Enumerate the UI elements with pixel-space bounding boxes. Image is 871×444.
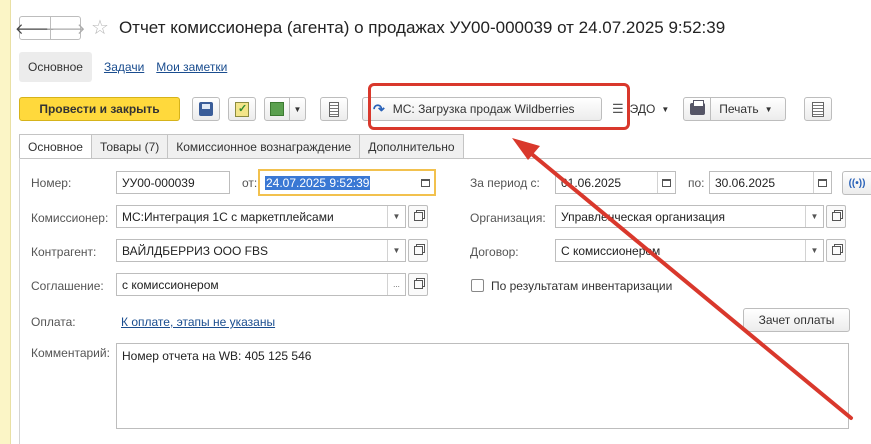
tab-divider <box>19 158 871 159</box>
counterparty-label: Контрагент: <box>31 245 97 259</box>
navigation-buttons: 🡐 🡒 <box>15 16 86 40</box>
open-commissioner-button[interactable] <box>408 205 428 228</box>
payment-label: Оплата: <box>31 315 76 329</box>
report-icon <box>812 101 825 117</box>
edo-label: ЭДО <box>629 102 656 116</box>
chevron-down-icon[interactable]: ▼ <box>387 240 405 261</box>
more-icon[interactable]: ... <box>387 274 405 295</box>
comment-field[interactable]: Номер отчета на WB: 405 125 546 <box>116 343 849 429</box>
agreement-label: Соглашение: <box>31 279 104 293</box>
create-based-on-button[interactable] <box>264 97 290 121</box>
section-notes-link[interactable]: Мои заметки <box>156 60 227 74</box>
create-based-on-group: ▼ <box>264 97 306 121</box>
highlight-frame <box>368 83 630 130</box>
agreement-value: с комиссионером <box>122 277 219 292</box>
page-title: Отчет комиссионера (агента) о продажах У… <box>118 18 726 37</box>
calendar-icon[interactable] <box>813 172 831 193</box>
print-menu-button[interactable]: Печать ▼ <box>711 97 787 121</box>
period-from-value: 01.06.2025 <box>561 175 622 190</box>
period-from-field[interactable]: 01.06.2025 <box>555 171 676 194</box>
open-counterparty-button[interactable] <box>408 239 428 262</box>
contract-value: С комиссионером <box>561 243 661 258</box>
section-main[interactable]: Основное <box>19 52 92 82</box>
period-from-label: За период с: <box>470 176 540 190</box>
commissioner-value: МС:Интеграция 1С с маркетплейсами <box>122 209 334 224</box>
agreement-field[interactable]: с комиссионером ... <box>116 273 406 296</box>
create-based-on-dropdown[interactable]: ▼ <box>290 97 306 121</box>
organization-value: Управленческая организация <box>561 209 725 224</box>
chevron-down-icon[interactable]: ▼ <box>805 240 823 261</box>
period-to-value: 30.06.2025 <box>715 175 776 190</box>
comment-label: Комментарий: <box>31 346 110 360</box>
period-to-field[interactable]: 30.06.2025 <box>709 171 832 194</box>
left-panel-stripe <box>0 0 11 444</box>
contract-label: Договор: <box>470 245 519 259</box>
counterparty-field[interactable]: ВАЙЛДБЕРРИЗ ООО FBS ▼ <box>116 239 406 262</box>
list-icon <box>329 101 339 117</box>
chevron-down-icon[interactable]: ▼ <box>805 206 823 227</box>
post-document-icon <box>235 101 249 117</box>
tab-bar: Основное Товары (7) Комиссионное вознагр… <box>19 134 464 159</box>
counterparty-value: ВАЙЛДБЕРРИЗ ООО FBS <box>122 243 269 258</box>
number-value: УУ00-000039 <box>122 175 195 190</box>
organization-label: Организация: <box>470 211 546 225</box>
print-label: Печать <box>719 102 759 116</box>
calendar-icon[interactable] <box>657 172 675 193</box>
content-border <box>19 158 20 444</box>
chevron-down-icon: ▼ <box>661 104 670 114</box>
number-label: Номер: <box>31 176 72 190</box>
inventory-checkbox[interactable] <box>471 279 484 292</box>
broadcast-icon[interactable]: ((•)) <box>842 171 871 195</box>
number-field[interactable]: УУ00-000039 <box>116 171 230 194</box>
payment-offset-button[interactable]: Зачет оплаты <box>743 308 850 332</box>
open-organization-button[interactable] <box>826 205 846 228</box>
more-actions-button[interactable] <box>804 97 833 121</box>
tab-goods[interactable]: Товары (7) <box>91 134 169 159</box>
commissioner-field[interactable]: МС:Интеграция 1С с маркетплейсами ▼ <box>116 205 406 228</box>
create-based-on-icon <box>270 102 284 116</box>
open-contract-button[interactable] <box>826 239 846 262</box>
commissioner-label: Комиссионер: <box>31 211 109 225</box>
payment-link[interactable]: К оплате, этапы не указаны <box>121 315 275 329</box>
save-button[interactable] <box>192 97 220 121</box>
organization-field[interactable]: Управленческая организация ▼ <box>555 205 824 228</box>
post-and-close-button[interactable]: Провести и закрыть <box>19 97 180 121</box>
chevron-down-icon: ▼ <box>764 104 773 114</box>
open-agreement-button[interactable] <box>408 273 428 296</box>
printer-icon <box>689 100 705 115</box>
save-icon <box>199 102 213 116</box>
section-panel: Основное Задачи Мои заметки <box>19 52 227 82</box>
print-group: Печать ▼ <box>683 97 787 121</box>
date-field[interactable]: 24.07.2025 9:52:39 <box>258 169 436 196</box>
print-quick-button[interactable] <box>683 97 712 121</box>
tab-commission[interactable]: Комиссионное вознаграждение <box>168 134 361 159</box>
date-label: от: <box>242 176 258 190</box>
section-tasks-link[interactable]: Задачи <box>104 60 144 74</box>
forward-button[interactable]: 🡒 <box>45 17 86 39</box>
date-value: 24.07.2025 9:52:39 <box>265 175 371 190</box>
calendar-icon[interactable] <box>416 172 434 193</box>
tab-main[interactable]: Основное <box>19 134 92 159</box>
period-to-label: по: <box>688 176 705 190</box>
contract-field[interactable]: С комиссионером ▼ <box>555 239 824 262</box>
inventory-label: По результатам инвентаризации <box>491 279 673 293</box>
favorite-star-icon[interactable]: ☆ <box>91 18 109 38</box>
journal-button[interactable] <box>320 97 348 121</box>
tab-additional[interactable]: Дополнительно <box>360 134 464 159</box>
post-button[interactable] <box>228 97 256 121</box>
chevron-down-icon[interactable]: ▼ <box>387 206 405 227</box>
window-header: 🡐 🡒 ☆ Отчет комиссионера (агента) о прод… <box>15 14 726 42</box>
